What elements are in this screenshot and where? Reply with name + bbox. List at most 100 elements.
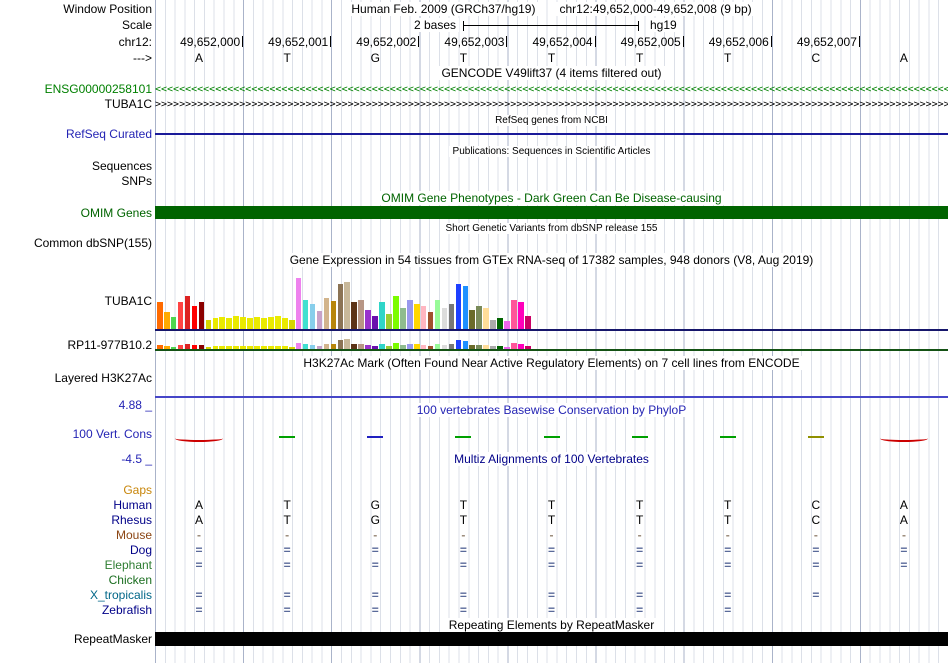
alignment-cell: =: [900, 543, 907, 557]
gtex-expression-bar: [372, 316, 378, 329]
position-label: 49,652,001: [268, 35, 328, 49]
gtex-expression-bar: [421, 306, 427, 329]
gtex-expression-bar-2: [254, 346, 260, 349]
alignment-cell: =: [372, 543, 379, 557]
gtex-expression-bar-2: [192, 345, 198, 349]
gtex-expression-bar: [275, 316, 281, 329]
gtex-expression-bar-2: [289, 347, 295, 349]
gtex-expression-bar-2: [428, 346, 434, 349]
gtex-expression-bar-2: [275, 346, 281, 349]
alignment-cell: C: [811, 513, 820, 527]
base-letter: T: [548, 51, 555, 65]
omim-track-title: OMIM Gene Phenotypes - Dark Green Can Be…: [155, 191, 948, 205]
alignment-cell: =: [812, 558, 819, 572]
gtex-expression-bar-2: [469, 345, 475, 349]
alignment-cell: =: [636, 588, 643, 602]
gtex-expression-bar: [206, 320, 212, 329]
omim-genes-label[interactable]: OMIM Genes: [81, 206, 152, 220]
gtex-expression-bar-2: [435, 344, 441, 349]
alignment-cell: C: [811, 498, 820, 512]
gtex-expression-bar-2: [365, 345, 371, 349]
alignment-cell: =: [548, 603, 555, 617]
gtex-expression-bar: [365, 310, 371, 329]
genome-browser-screenshot: Human Feb. 2009 (GRCh37/hg19)chr12:49,65…: [0, 0, 950, 663]
gtex-expression-bar: [254, 317, 260, 329]
refseq-track-title: RefSeq genes from NCBI: [155, 114, 948, 127]
alignment-cell: =: [724, 543, 731, 557]
gtex-expression-bar: [379, 302, 385, 329]
dbsnp-track-title: Short Genetic Variants from dbSNP releas…: [155, 222, 948, 235]
gtex-gene2-label[interactable]: RP11-977B10.2: [67, 338, 152, 352]
alignment-cell: =: [548, 558, 555, 572]
gtex-gene1-label[interactable]: TUBA1C: [105, 294, 152, 308]
refseq-curated-label[interactable]: RefSeq Curated: [66, 127, 152, 141]
gtex-expression-bar-2: [268, 346, 274, 349]
ensg-transcript-arrows[interactable]: <<<<<<<<<<<<<<<<<<<<<<<<<<<<<<<<<<<<<<<<…: [155, 83, 948, 96]
alignment-cell: =: [460, 558, 467, 572]
alignment-cell: T: [548, 513, 555, 527]
alignment-cell: A: [195, 498, 203, 512]
gtex-expression-bar-2: [282, 346, 288, 349]
gtex-expression-bar-2: [310, 345, 316, 349]
layered-h3k27ac-label: Layered H3K27Ac: [55, 371, 152, 385]
gtex-expression-bar-2: [421, 345, 427, 349]
gtex-expression-bar: [407, 300, 413, 329]
gtex-tuba1c-baseline[interactable]: [155, 329, 948, 331]
gtex-expression-bar-2: [414, 344, 420, 349]
gtex-expression-bar-2: [226, 346, 232, 349]
publications-track-title: Publications: Sequences in Scientific Ar…: [155, 145, 948, 158]
repeatmasker-bar[interactable]: [155, 632, 948, 646]
scale-bar: [463, 25, 639, 26]
base-letter: G: [371, 51, 380, 65]
gtex-expression-bar: [247, 318, 253, 329]
gtex-expression-bar-2: [199, 345, 205, 349]
alignment-cell: =: [196, 558, 203, 572]
gtex-expression-bar-2: [476, 345, 482, 349]
gtex-expression-bar: [511, 300, 517, 329]
alignment-cell: -: [902, 528, 906, 542]
phylop-mark: [880, 435, 928, 442]
alignment-cell: =: [812, 543, 819, 557]
alignment-cell: =: [548, 588, 555, 602]
alignment-cell: T: [636, 513, 643, 527]
alignment-cell: =: [460, 588, 467, 602]
chromosome-label: chr12:: [119, 35, 152, 49]
gtex-expression-bar-2: [247, 346, 253, 349]
alignment-cell: =: [548, 543, 555, 557]
alignment-cell: =: [196, 603, 203, 617]
multiz-label-gaps: Gaps: [123, 483, 152, 497]
alignment-cell: G: [371, 498, 380, 512]
alignment-cell: T: [460, 513, 467, 527]
gtex-expression-bar: [497, 318, 503, 329]
base-letter: A: [900, 51, 908, 65]
conservation-track-label: 100 Vert. Cons: [73, 427, 152, 441]
gtex-expression-bar-2: [331, 344, 337, 349]
tracks-image-area[interactable]: Human Feb. 2009 (GRCh37/hg19)chr12:49,65…: [155, 0, 948, 663]
gtex-expression-bar: [386, 314, 392, 329]
gtex-expression-bar-2: [233, 346, 239, 349]
gtex-expression-bar-2: [303, 344, 309, 349]
gencode-item-tuba1c-label[interactable]: TUBA1C: [105, 97, 152, 111]
gencode-item-ensg-label[interactable]: ENSG00000258101: [45, 82, 152, 96]
gtex-expression-bar-2: [317, 346, 323, 349]
multiz-label-mouse: Mouse: [116, 528, 152, 542]
gtex-expression-bar: [400, 308, 406, 329]
gtex-expression-bar: [331, 301, 337, 329]
gtex-expression-bar-2: [511, 343, 517, 349]
alignment-cell: =: [812, 588, 819, 602]
conservation-max-label: 4.88 _: [119, 398, 152, 412]
gtex-rp11-baseline[interactable]: [155, 349, 948, 351]
gtex-expression-bar: [199, 302, 205, 329]
h3k27ac-baseline[interactable]: [155, 396, 948, 398]
tuba1c-transcript-arrows[interactable]: >>>>>>>>>>>>>>>>>>>>>>>>>>>>>>>>>>>>>>>>…: [155, 98, 948, 111]
h3k27ac-track-title: H3K27Ac Mark (Often Found Near Active Re…: [155, 356, 948, 370]
alignment-cell: T: [283, 498, 290, 512]
alignment-cell: =: [284, 558, 291, 572]
refseq-gene-line[interactable]: [155, 133, 948, 135]
repeatmasker-track-title: Repeating Elements by RepeatMasker: [155, 618, 948, 632]
gtex-track-title: Gene Expression in 54 tissues from GTEx …: [155, 253, 948, 267]
omim-gene-bar[interactable]: [155, 206, 948, 219]
phylop-mark: [175, 435, 223, 442]
phylop-mark: [544, 436, 560, 438]
gtex-expression-bar-2: [240, 346, 246, 349]
